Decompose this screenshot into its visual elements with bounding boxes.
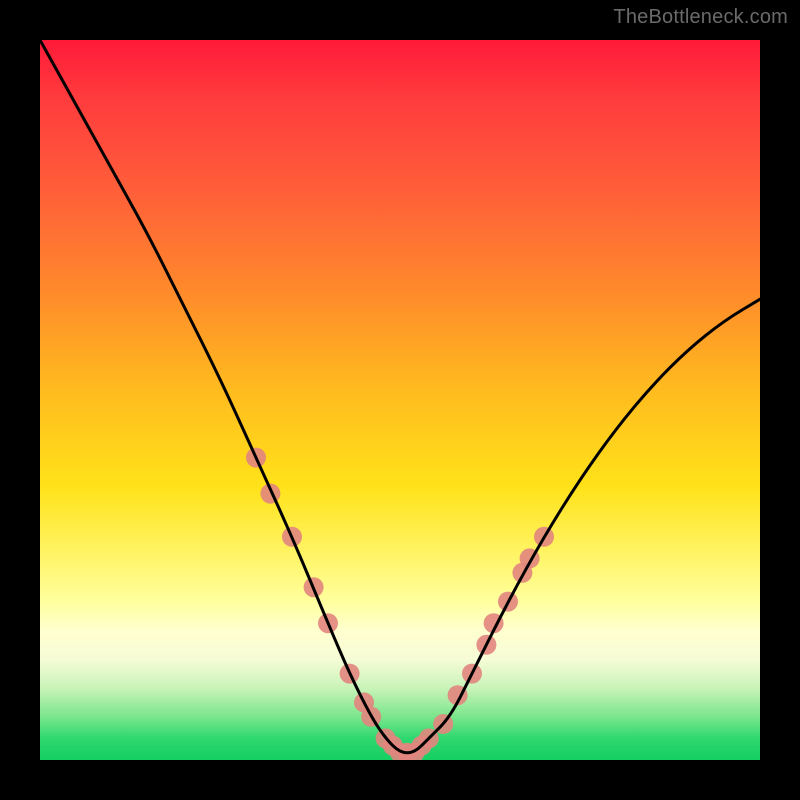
watermark-text: TheBottleneck.com (613, 6, 788, 29)
chart-stage: TheBottleneck.com (0, 0, 800, 800)
chart-overlay (40, 40, 760, 760)
bottleneck-curve (40, 40, 760, 753)
plot-area (40, 40, 760, 760)
